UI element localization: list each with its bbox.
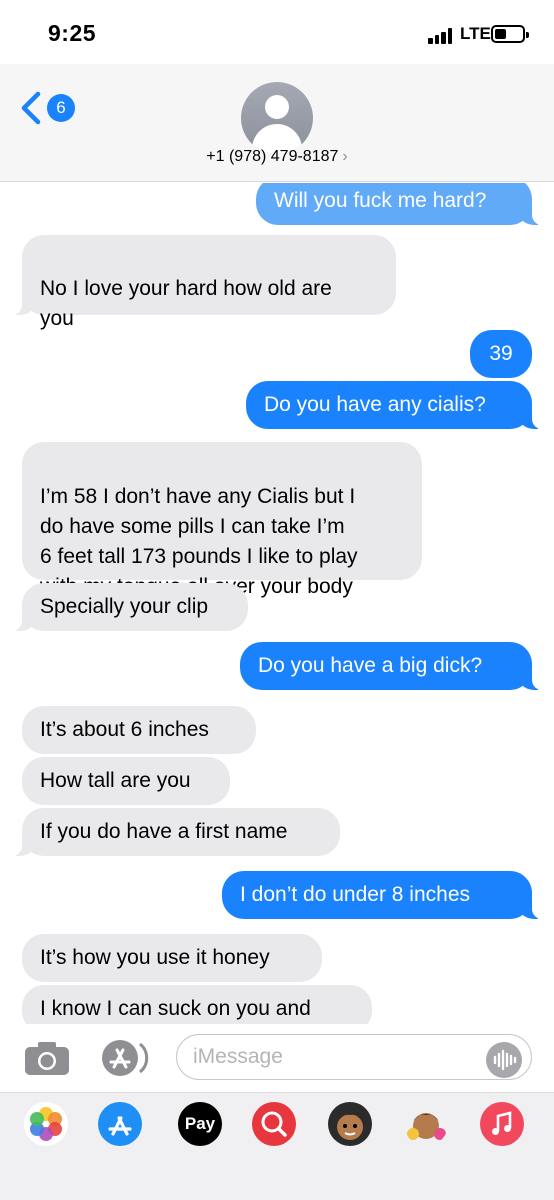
- message-text: Do you have any cialis?: [264, 393, 486, 416]
- memoji-app-icon[interactable]: [328, 1102, 372, 1146]
- app-drawer-button[interactable]: [98, 1038, 150, 1078]
- imessage-input[interactable]: [176, 1034, 532, 1080]
- memoji-stickers-app-icon[interactable]: [404, 1102, 448, 1146]
- chevron-right-icon: ›: [342, 148, 348, 165]
- message-text: I’m 58 I don’t have any Cialis but I do …: [40, 485, 358, 598]
- unread-count-badge: 6: [47, 94, 75, 122]
- message-text: It’s about 6 inches: [40, 718, 209, 741]
- message-bubble-outgoing[interactable]: 39: [470, 330, 532, 378]
- message-text: How tall are you: [40, 769, 191, 792]
- contact-name[interactable]: +1 (978) 479-8187 ›: [0, 148, 554, 166]
- message-text: I don’t do under 8 inches: [240, 883, 470, 906]
- apple-pay-label: Pay: [184, 1114, 216, 1133]
- network-type: LTE: [460, 24, 491, 43]
- message-text: Will you fuck me hard?: [274, 189, 487, 212]
- contact-avatar[interactable]: [241, 82, 313, 154]
- keyboard-area-background: [0, 1154, 554, 1200]
- message-bubble-incoming[interactable]: No I love your hard how old are you: [12, 235, 396, 330]
- message-bubble-incoming[interactable]: If you do have a first name: [12, 808, 340, 856]
- music-app-icon[interactable]: [480, 1102, 524, 1146]
- compose-bar: [0, 1024, 554, 1092]
- message-bubble-outgoing[interactable]: I don’t do under 8 inches: [222, 871, 542, 919]
- message-bubble-incoming[interactable]: I know I can suck on you and: [22, 985, 372, 1024]
- status-bar: 9:25 LTE: [0, 0, 554, 64]
- cellular-signal-icon: [428, 28, 454, 44]
- waveform-icon: [493, 1049, 517, 1071]
- message-bubble-outgoing[interactable]: Do you have a big dick?: [240, 642, 542, 690]
- message-bubble-incoming[interactable]: I’m 58 I don’t have any Cialis but I do …: [22, 442, 422, 598]
- camera-icon: [25, 1042, 69, 1075]
- message-text: 39: [489, 342, 513, 365]
- audio-message-button[interactable]: [486, 1042, 522, 1078]
- back-button[interactable]: 6: [18, 90, 78, 126]
- conversation-header: 6 +1 (978) 479-8187 ›: [0, 64, 554, 182]
- message-text: It’s how you use it honey: [40, 946, 270, 969]
- message-bubble-incoming[interactable]: Specially your clip: [12, 583, 248, 631]
- message-text: If you do have a first name: [40, 820, 288, 843]
- camera-button[interactable]: [24, 1040, 70, 1076]
- apple-pay-app-icon[interactable]: Pay: [178, 1102, 222, 1146]
- message-text: Specially your clip: [40, 595, 209, 618]
- photos-app-icon[interactable]: [24, 1102, 68, 1146]
- message-bubble-incoming[interactable]: It’s about 6 inches: [22, 706, 256, 754]
- chevron-left-icon: [21, 91, 41, 125]
- app-store-app-icon[interactable]: [98, 1102, 142, 1146]
- message-bubble-outgoing[interactable]: Will you fuck me hard?: [256, 183, 542, 225]
- message-text: Do you have a big dick?: [258, 654, 483, 677]
- contact-phone-number: +1 (978) 479-8187: [206, 148, 339, 165]
- message-bubble-outgoing[interactable]: Do you have any cialis?: [246, 381, 542, 429]
- battery-icon: [491, 25, 529, 43]
- message-text: No I love your hard how old are you: [40, 277, 332, 330]
- imessage-app-strip: Pay: [0, 1092, 554, 1154]
- app-store-icon: [102, 1040, 149, 1076]
- search-images-app-icon[interactable]: [252, 1102, 296, 1146]
- message-bubble-incoming[interactable]: It’s how you use it honey: [22, 934, 322, 982]
- status-time: 9:25: [48, 20, 97, 46]
- message-thread[interactable]: Will you fuck me hard? No I love your ha…: [0, 183, 554, 1024]
- message-bubble-incoming[interactable]: How tall are you: [22, 757, 230, 805]
- message-text: I know I can suck on you and: [40, 997, 311, 1020]
